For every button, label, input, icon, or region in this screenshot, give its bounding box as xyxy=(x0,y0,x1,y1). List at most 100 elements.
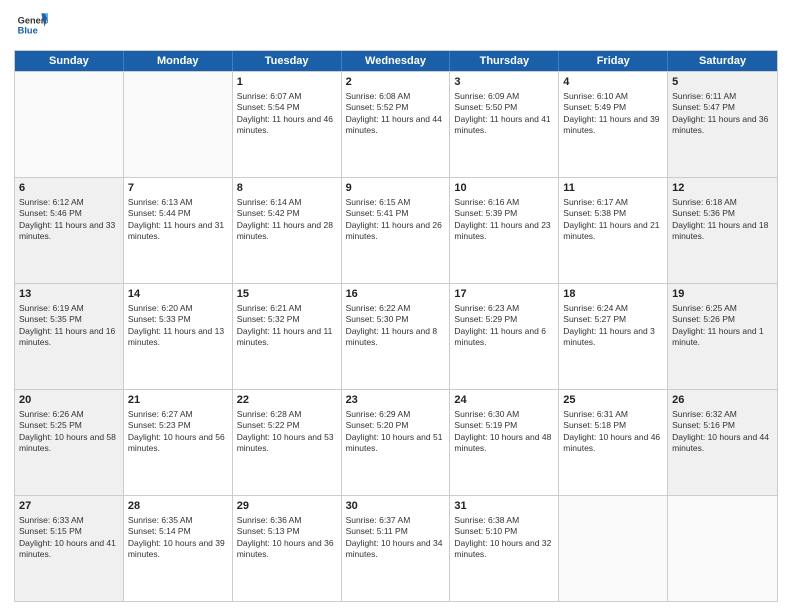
calendar-cell: 4Sunrise: 6:10 AMSunset: 5:49 PMDaylight… xyxy=(559,72,668,177)
header: General Blue xyxy=(14,10,778,42)
calendar-cell: 19Sunrise: 6:25 AMSunset: 5:26 PMDayligh… xyxy=(668,284,777,389)
day-number: 28 xyxy=(128,499,228,514)
day-number: 31 xyxy=(454,499,554,514)
calendar-cell: 6Sunrise: 6:12 AMSunset: 5:46 PMDaylight… xyxy=(15,178,124,283)
header-day-monday: Monday xyxy=(124,51,233,71)
calendar-cell: 2Sunrise: 6:08 AMSunset: 5:52 PMDaylight… xyxy=(342,72,451,177)
svg-text:Blue: Blue xyxy=(18,26,38,36)
calendar-cell: 23Sunrise: 6:29 AMSunset: 5:20 PMDayligh… xyxy=(342,390,451,495)
day-info: Sunrise: 6:32 AMSunset: 5:16 PMDaylight:… xyxy=(672,409,773,455)
day-info: Sunrise: 6:20 AMSunset: 5:33 PMDaylight:… xyxy=(128,303,228,349)
day-info: Sunrise: 6:07 AMSunset: 5:54 PMDaylight:… xyxy=(237,91,337,137)
header-day-sunday: Sunday xyxy=(15,51,124,71)
day-number: 1 xyxy=(237,75,337,90)
day-number: 14 xyxy=(128,287,228,302)
day-number: 20 xyxy=(19,393,119,408)
day-info: Sunrise: 6:29 AMSunset: 5:20 PMDaylight:… xyxy=(346,409,446,455)
calendar-cell: 30Sunrise: 6:37 AMSunset: 5:11 PMDayligh… xyxy=(342,496,451,601)
calendar: SundayMondayTuesdayWednesdayThursdayFrid… xyxy=(14,50,778,602)
day-info: Sunrise: 6:26 AMSunset: 5:25 PMDaylight:… xyxy=(19,409,119,455)
day-info: Sunrise: 6:33 AMSunset: 5:15 PMDaylight:… xyxy=(19,515,119,561)
day-number: 10 xyxy=(454,181,554,196)
calendar-cell xyxy=(668,496,777,601)
calendar-cell: 8Sunrise: 6:14 AMSunset: 5:42 PMDaylight… xyxy=(233,178,342,283)
day-info: Sunrise: 6:10 AMSunset: 5:49 PMDaylight:… xyxy=(563,91,663,137)
day-number: 3 xyxy=(454,75,554,90)
day-number: 16 xyxy=(346,287,446,302)
day-number: 23 xyxy=(346,393,446,408)
day-info: Sunrise: 6:15 AMSunset: 5:41 PMDaylight:… xyxy=(346,197,446,243)
day-number: 8 xyxy=(237,181,337,196)
day-number: 5 xyxy=(672,75,773,90)
calendar-cell: 17Sunrise: 6:23 AMSunset: 5:29 PMDayligh… xyxy=(450,284,559,389)
calendar-cell: 1Sunrise: 6:07 AMSunset: 5:54 PMDaylight… xyxy=(233,72,342,177)
calendar-header: SundayMondayTuesdayWednesdayThursdayFrid… xyxy=(15,51,777,71)
calendar-cell: 7Sunrise: 6:13 AMSunset: 5:44 PMDaylight… xyxy=(124,178,233,283)
header-day-tuesday: Tuesday xyxy=(233,51,342,71)
calendar-row-1: 1Sunrise: 6:07 AMSunset: 5:54 PMDaylight… xyxy=(15,71,777,177)
header-day-friday: Friday xyxy=(559,51,668,71)
logo: General Blue xyxy=(14,10,44,42)
calendar-cell: 22Sunrise: 6:28 AMSunset: 5:22 PMDayligh… xyxy=(233,390,342,495)
day-number: 22 xyxy=(237,393,337,408)
day-number: 29 xyxy=(237,499,337,514)
calendar-cell xyxy=(124,72,233,177)
page: General Blue SundayMondayTuesdayWednesda… xyxy=(0,0,792,612)
day-info: Sunrise: 6:37 AMSunset: 5:11 PMDaylight:… xyxy=(346,515,446,561)
calendar-row-3: 13Sunrise: 6:19 AMSunset: 5:35 PMDayligh… xyxy=(15,283,777,389)
calendar-cell: 24Sunrise: 6:30 AMSunset: 5:19 PMDayligh… xyxy=(450,390,559,495)
day-number: 7 xyxy=(128,181,228,196)
day-number: 11 xyxy=(563,181,663,196)
calendar-cell: 5Sunrise: 6:11 AMSunset: 5:47 PMDaylight… xyxy=(668,72,777,177)
calendar-cell: 16Sunrise: 6:22 AMSunset: 5:30 PMDayligh… xyxy=(342,284,451,389)
calendar-row-2: 6Sunrise: 6:12 AMSunset: 5:46 PMDaylight… xyxy=(15,177,777,283)
calendar-cell: 25Sunrise: 6:31 AMSunset: 5:18 PMDayligh… xyxy=(559,390,668,495)
day-info: Sunrise: 6:14 AMSunset: 5:42 PMDaylight:… xyxy=(237,197,337,243)
calendar-cell: 29Sunrise: 6:36 AMSunset: 5:13 PMDayligh… xyxy=(233,496,342,601)
calendar-cell: 26Sunrise: 6:32 AMSunset: 5:16 PMDayligh… xyxy=(668,390,777,495)
day-number: 19 xyxy=(672,287,773,302)
day-number: 4 xyxy=(563,75,663,90)
day-info: Sunrise: 6:09 AMSunset: 5:50 PMDaylight:… xyxy=(454,91,554,137)
day-number: 6 xyxy=(19,181,119,196)
calendar-cell: 28Sunrise: 6:35 AMSunset: 5:14 PMDayligh… xyxy=(124,496,233,601)
day-info: Sunrise: 6:12 AMSunset: 5:46 PMDaylight:… xyxy=(19,197,119,243)
day-number: 24 xyxy=(454,393,554,408)
header-day-thursday: Thursday xyxy=(450,51,559,71)
day-number: 18 xyxy=(563,287,663,302)
calendar-cell xyxy=(559,496,668,601)
calendar-row-5: 27Sunrise: 6:33 AMSunset: 5:15 PMDayligh… xyxy=(15,495,777,601)
calendar-cell: 27Sunrise: 6:33 AMSunset: 5:15 PMDayligh… xyxy=(15,496,124,601)
day-number: 13 xyxy=(19,287,119,302)
day-info: Sunrise: 6:35 AMSunset: 5:14 PMDaylight:… xyxy=(128,515,228,561)
calendar-cell: 18Sunrise: 6:24 AMSunset: 5:27 PMDayligh… xyxy=(559,284,668,389)
calendar-cell xyxy=(15,72,124,177)
day-info: Sunrise: 6:21 AMSunset: 5:32 PMDaylight:… xyxy=(237,303,337,349)
day-number: 26 xyxy=(672,393,773,408)
day-info: Sunrise: 6:16 AMSunset: 5:39 PMDaylight:… xyxy=(454,197,554,243)
calendar-cell: 31Sunrise: 6:38 AMSunset: 5:10 PMDayligh… xyxy=(450,496,559,601)
calendar-cell: 9Sunrise: 6:15 AMSunset: 5:41 PMDaylight… xyxy=(342,178,451,283)
day-number: 15 xyxy=(237,287,337,302)
calendar-cell: 21Sunrise: 6:27 AMSunset: 5:23 PMDayligh… xyxy=(124,390,233,495)
day-info: Sunrise: 6:30 AMSunset: 5:19 PMDaylight:… xyxy=(454,409,554,455)
calendar-cell: 20Sunrise: 6:26 AMSunset: 5:25 PMDayligh… xyxy=(15,390,124,495)
day-info: Sunrise: 6:23 AMSunset: 5:29 PMDaylight:… xyxy=(454,303,554,349)
day-number: 30 xyxy=(346,499,446,514)
day-info: Sunrise: 6:18 AMSunset: 5:36 PMDaylight:… xyxy=(672,197,773,243)
day-number: 9 xyxy=(346,181,446,196)
day-number: 21 xyxy=(128,393,228,408)
day-info: Sunrise: 6:22 AMSunset: 5:30 PMDaylight:… xyxy=(346,303,446,349)
day-number: 27 xyxy=(19,499,119,514)
calendar-cell: 12Sunrise: 6:18 AMSunset: 5:36 PMDayligh… xyxy=(668,178,777,283)
day-info: Sunrise: 6:28 AMSunset: 5:22 PMDaylight:… xyxy=(237,409,337,455)
day-number: 25 xyxy=(563,393,663,408)
day-info: Sunrise: 6:17 AMSunset: 5:38 PMDaylight:… xyxy=(563,197,663,243)
day-number: 2 xyxy=(346,75,446,90)
day-number: 12 xyxy=(672,181,773,196)
header-day-saturday: Saturday xyxy=(668,51,777,71)
calendar-body: 1Sunrise: 6:07 AMSunset: 5:54 PMDaylight… xyxy=(15,71,777,601)
day-info: Sunrise: 6:08 AMSunset: 5:52 PMDaylight:… xyxy=(346,91,446,137)
day-info: Sunrise: 6:11 AMSunset: 5:47 PMDaylight:… xyxy=(672,91,773,137)
day-info: Sunrise: 6:19 AMSunset: 5:35 PMDaylight:… xyxy=(19,303,119,349)
